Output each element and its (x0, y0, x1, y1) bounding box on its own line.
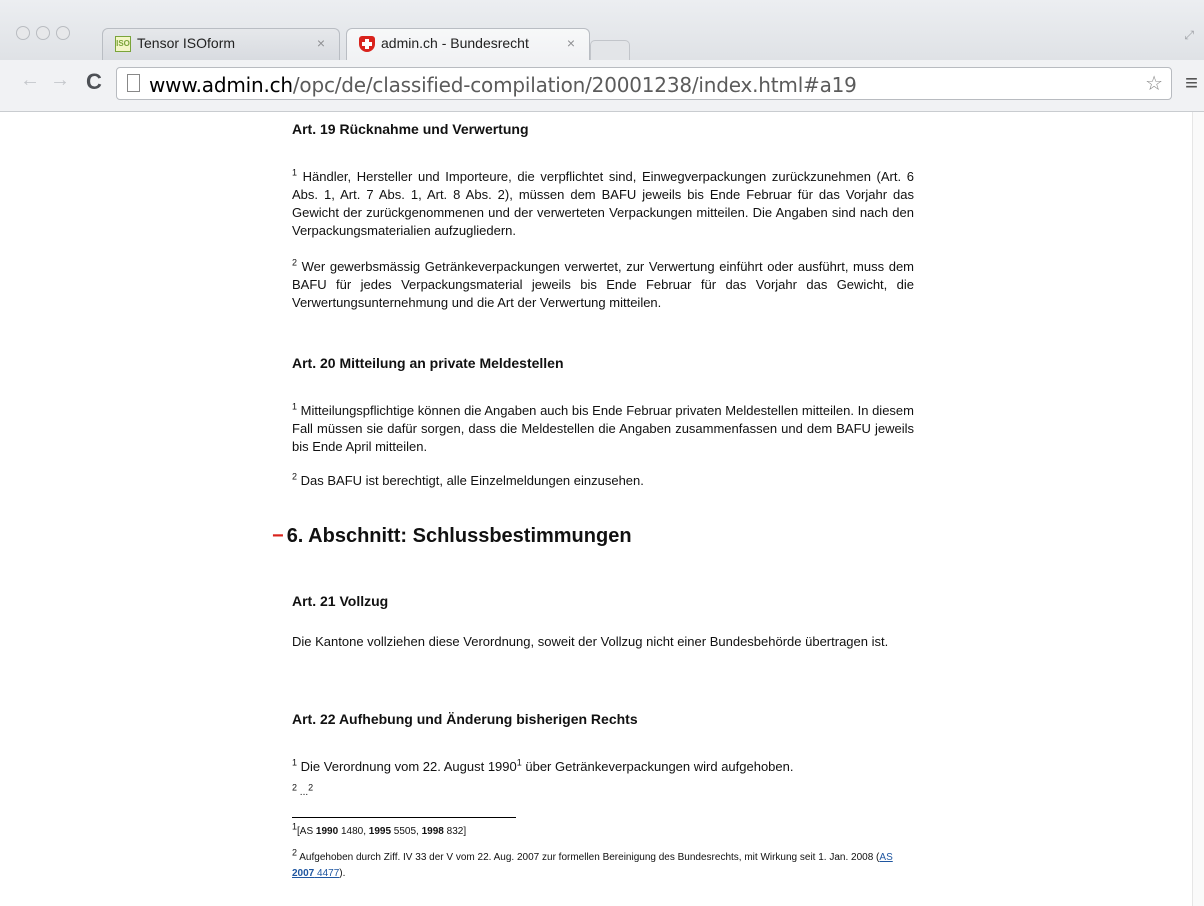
article-19-paragraph-2: 2 Wer gewerbsmässig Getränkeverpackungen… (292, 258, 914, 312)
link-text: AS (879, 852, 893, 863)
article-22-paragraph-2: 2 ...2 (292, 782, 914, 802)
bookmark-star-icon[interactable]: ☆ (1145, 71, 1163, 96)
paragraph-text: Die Verordnung vom 22. August 1990 (300, 759, 517, 774)
url-path: /opc/de/classified-compilation/20001238/… (292, 73, 857, 97)
new-tab-button[interactable] (590, 40, 630, 60)
article-22-paragraph-1: 1 Die Verordnung vom 22. August 19901 üb… (292, 758, 914, 776)
paragraph-text: Das BAFU ist berechtigt, alle Einzelmeld… (300, 473, 644, 488)
link-year: 2007 (292, 868, 315, 879)
address-bar[interactable]: www.admin.ch/opc/de/classified-compilati… (116, 67, 1172, 100)
back-icon[interactable]: ← (20, 69, 40, 92)
tab-tensor-isoform[interactable]: ISO Tensor ISOform × (102, 28, 340, 60)
close-window-button[interactable] (16, 26, 30, 40)
collapse-section-toggle[interactable]: − (272, 525, 284, 547)
footnote-1: 1[AS 1990 1480, 1995 5505, 1998 832] (292, 822, 914, 840)
url-host: www.admin.ch (149, 73, 293, 97)
footnote-year: 1990 (315, 826, 339, 837)
paragraph-number: 2 (292, 471, 298, 482)
zoom-window-button[interactable] (56, 26, 70, 40)
paragraph-number: 1 (292, 401, 298, 412)
window-controls (16, 26, 70, 40)
article-20-title: Art. 20 Mitteilung an private Meldestell… (292, 355, 564, 371)
article-22-title: Art. 22 Aufhebung und Änderung bisherige… (292, 711, 638, 727)
footnote-text: ). (339, 868, 346, 879)
footnote-text: 1480, (338, 826, 369, 837)
link-text: 4477 (317, 868, 340, 879)
tab-title: Tensor ISOform (137, 35, 236, 51)
footnote-year: 1998 (421, 826, 444, 837)
swiss-cross-favicon-icon (359, 36, 375, 52)
article-21-title: Art. 21 Vollzug (292, 593, 389, 609)
footnote-number: 2 (292, 847, 298, 858)
footnote-text: [AS (297, 826, 316, 837)
paragraph-text: Mitteilungspflichtige können die Angaben… (292, 403, 914, 454)
footnote-ref-2[interactable]: 2 (308, 783, 313, 793)
vertical-scrollbar[interactable] (1192, 112, 1204, 906)
close-tab-icon[interactable]: × (567, 35, 575, 51)
footnote-separator (292, 817, 516, 818)
paragraph-text: Händler, Hersteller und Importeure, die … (292, 169, 914, 238)
tab-admin-ch[interactable]: admin.ch - Bundesrecht × (346, 28, 590, 60)
article-20-paragraph-1: 1 Mitteilungspflichtige können die Angab… (292, 402, 914, 456)
article-20-paragraph-2: 2 Das BAFU ist berechtigt, alle Einzelme… (292, 472, 914, 490)
footnote-text: 5505, (391, 826, 422, 837)
footnote-text: Aufgehoben durch Ziff. IV 33 der V vom 2… (299, 852, 880, 863)
paragraph-number: 1 (292, 757, 298, 768)
section-title: 6. Abschnitt: Schlussbestimmungen (286, 525, 632, 547)
paragraph-number: 2 (292, 257, 298, 268)
menu-icon[interactable]: ≡ (1185, 70, 1198, 96)
paragraph-text: über Getränkeverpackungen wird aufgehobe… (521, 759, 794, 774)
paragraph-number: 1 (292, 167, 298, 178)
paragraph-number: 2 (292, 782, 298, 793)
tab-title: admin.ch - Bundesrecht (381, 35, 529, 51)
paragraph-text: ... (299, 787, 309, 798)
footnote-year: 1995 (368, 826, 392, 837)
page-icon (127, 74, 140, 92)
article-21-paragraph: Die Kantone vollziehen diese Verordnung,… (292, 634, 889, 649)
reload-icon[interactable]: C (86, 69, 102, 95)
article-19-paragraph-1: 1 Händler, Hersteller und Importeure, di… (292, 168, 914, 240)
article-19-title: Art. 19 Rücknahme und Verwertung (292, 121, 529, 137)
minimize-window-button[interactable] (36, 26, 50, 40)
footnote-text: 832] (443, 826, 467, 837)
url-text[interactable]: www.admin.ch/opc/de/classified-compilati… (149, 73, 857, 97)
fullscreen-icon[interactable]: ⤢ (1184, 28, 1194, 43)
footnote-2: 2 Aufgehoben durch Ziff. IV 33 der V vom… (292, 847, 914, 882)
close-tab-icon[interactable]: × (317, 35, 325, 51)
paragraph-text: Wer gewerbsmässig Getränkeverpackungen v… (292, 259, 914, 310)
browser-toolbar: ← → C www.admin.ch/opc/de/classified-com… (0, 60, 1204, 112)
section-6-heading: −6. Abschnitt: Schlussbestimmungen (272, 526, 632, 546)
forward-icon[interactable]: → (50, 69, 70, 92)
tab-bar: ISO Tensor ISOform × admin.ch - Bundesre… (0, 0, 1204, 60)
isoform-favicon-icon: ISO (115, 36, 131, 52)
